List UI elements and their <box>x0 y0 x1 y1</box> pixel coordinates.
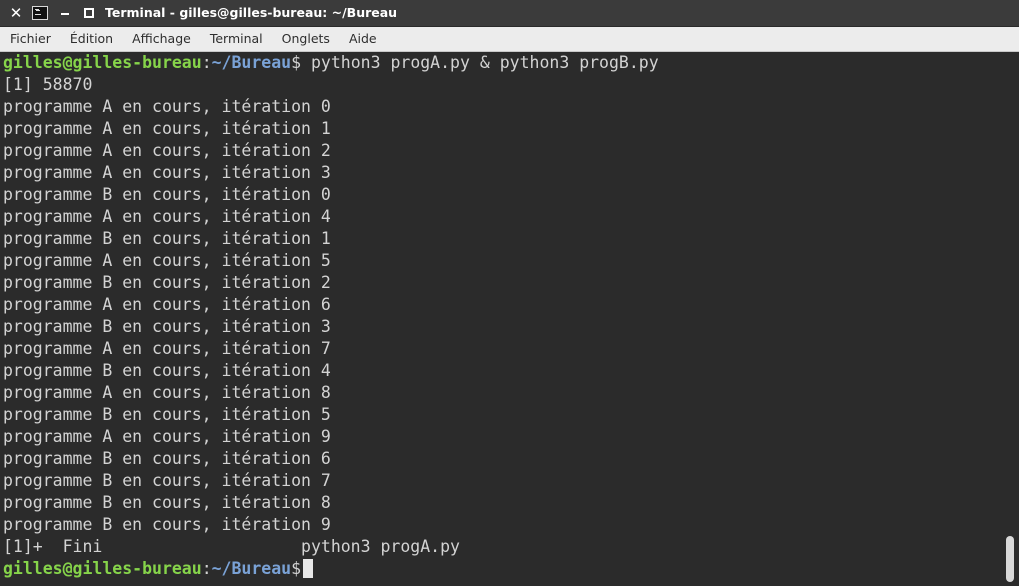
output-line: programme A en cours, itération 7 <box>3 339 331 358</box>
output-line: programme A en cours, itération 5 <box>3 251 331 270</box>
prompt-directory: ~/Bureau <box>211 559 292 578</box>
text-cursor <box>303 559 314 578</box>
prompt-symbol: $ <box>291 53 302 72</box>
output-line: [1] 58870 <box>3 75 93 94</box>
current-prompt-line[interactable]: gilles@gilles-bureau:~/Bureau$ <box>3 558 314 580</box>
menu-terminal[interactable]: Terminal <box>200 28 272 50</box>
command-line: gilles@gilles-bureau:~/Bureau$ python3 p… <box>3 52 659 74</box>
title-bar: ✕ Terminal - gilles@gilles-bureau: ~/Bur… <box>0 0 1019 27</box>
output-line: programme A en cours, itération 6 <box>3 295 331 314</box>
output-line: programme B en cours, itération 0 <box>3 185 331 204</box>
prompt-directory: ~/Bureau <box>211 53 292 72</box>
menu-affichage[interactable]: Affichage <box>123 28 201 50</box>
terminal-icon[interactable] <box>31 4 49 22</box>
prompt-symbol: $ <box>291 559 302 578</box>
output-line: programme A en cours, itération 2 <box>3 141 331 160</box>
prompt-separator: : <box>201 559 212 578</box>
maximize-icon[interactable] <box>82 4 96 22</box>
menu-bar: Fichier Édition Affichage Terminal Ongle… <box>0 27 1019 52</box>
output-line: programme A en cours, itération 0 <box>3 97 331 116</box>
terminal-output[interactable]: gilles@gilles-bureau:~/Bureau$ python3 p… <box>0 52 1003 586</box>
output-line: programme A en cours, itération 1 <box>3 119 331 138</box>
output-line: programme B en cours, itération 3 <box>3 317 331 336</box>
output-line: programme B en cours, itération 1 <box>3 229 331 248</box>
job-done-line: [1]+ Fini python3 progA.py <box>3 537 460 556</box>
output-line: programme A en cours, itération 3 <box>3 163 331 182</box>
menu-fichier[interactable]: Fichier <box>0 28 60 50</box>
prompt-separator: : <box>201 53 212 72</box>
output-line: programme B en cours, itération 9 <box>3 515 331 534</box>
output-line: programme B en cours, itération 5 <box>3 405 331 424</box>
output-line: programme B en cours, itération 6 <box>3 449 331 468</box>
window-title: Terminal - gilles@gilles-bureau: ~/Burea… <box>105 5 398 20</box>
output-line: programme A en cours, itération 8 <box>3 383 331 402</box>
menu-edition[interactable]: Édition <box>60 28 122 50</box>
output-line: programme B en cours, itération 2 <box>3 273 331 292</box>
prompt-user-host: gilles@gilles-bureau <box>3 559 202 578</box>
menu-aide[interactable]: Aide <box>339 28 386 50</box>
terminal-window: ✕ Terminal - gilles@gilles-bureau: ~/Bur… <box>0 0 1019 586</box>
vertical-scrollbar[interactable] <box>1003 52 1019 586</box>
command-text: python3 progA.py & python3 progB.py <box>301 53 659 72</box>
output-line: programme B en cours, itération 7 <box>3 471 331 490</box>
output-line: programme B en cours, itération 8 <box>3 493 331 512</box>
output-line: programme A en cours, itération 4 <box>3 207 331 226</box>
menu-onglets[interactable]: Onglets <box>272 28 339 50</box>
output-line: programme A en cours, itération 9 <box>3 427 331 446</box>
prompt-user-host: gilles@gilles-bureau <box>3 53 202 72</box>
scrollbar-thumb[interactable] <box>1006 536 1014 582</box>
output-line: programme B en cours, itération 4 <box>3 361 331 380</box>
minimize-icon[interactable] <box>58 4 72 22</box>
close-icon[interactable]: ✕ <box>8 4 24 22</box>
